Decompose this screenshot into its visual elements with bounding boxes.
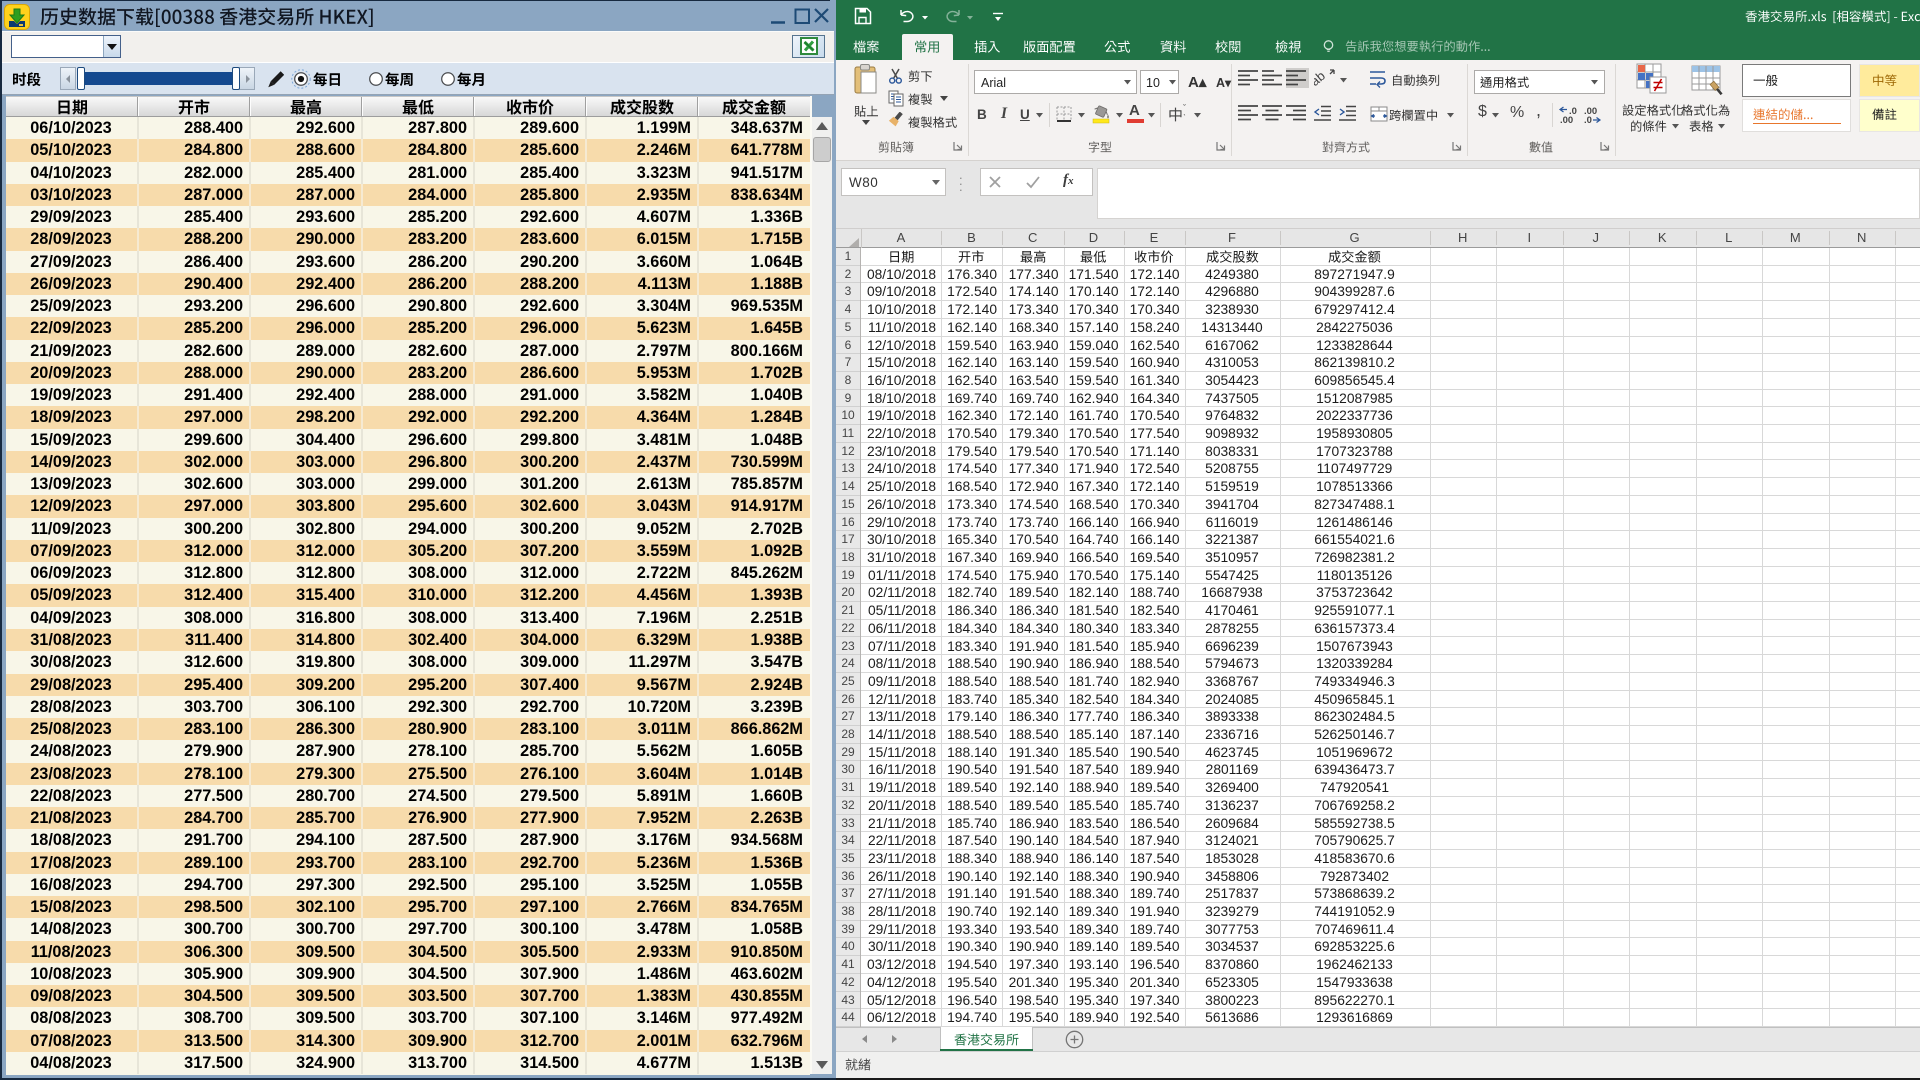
svg-text:.0: .0 [1584,115,1592,124]
svg-text:.00: .00 [1560,115,1573,124]
svg-text:ab: ab [1314,68,1328,88]
